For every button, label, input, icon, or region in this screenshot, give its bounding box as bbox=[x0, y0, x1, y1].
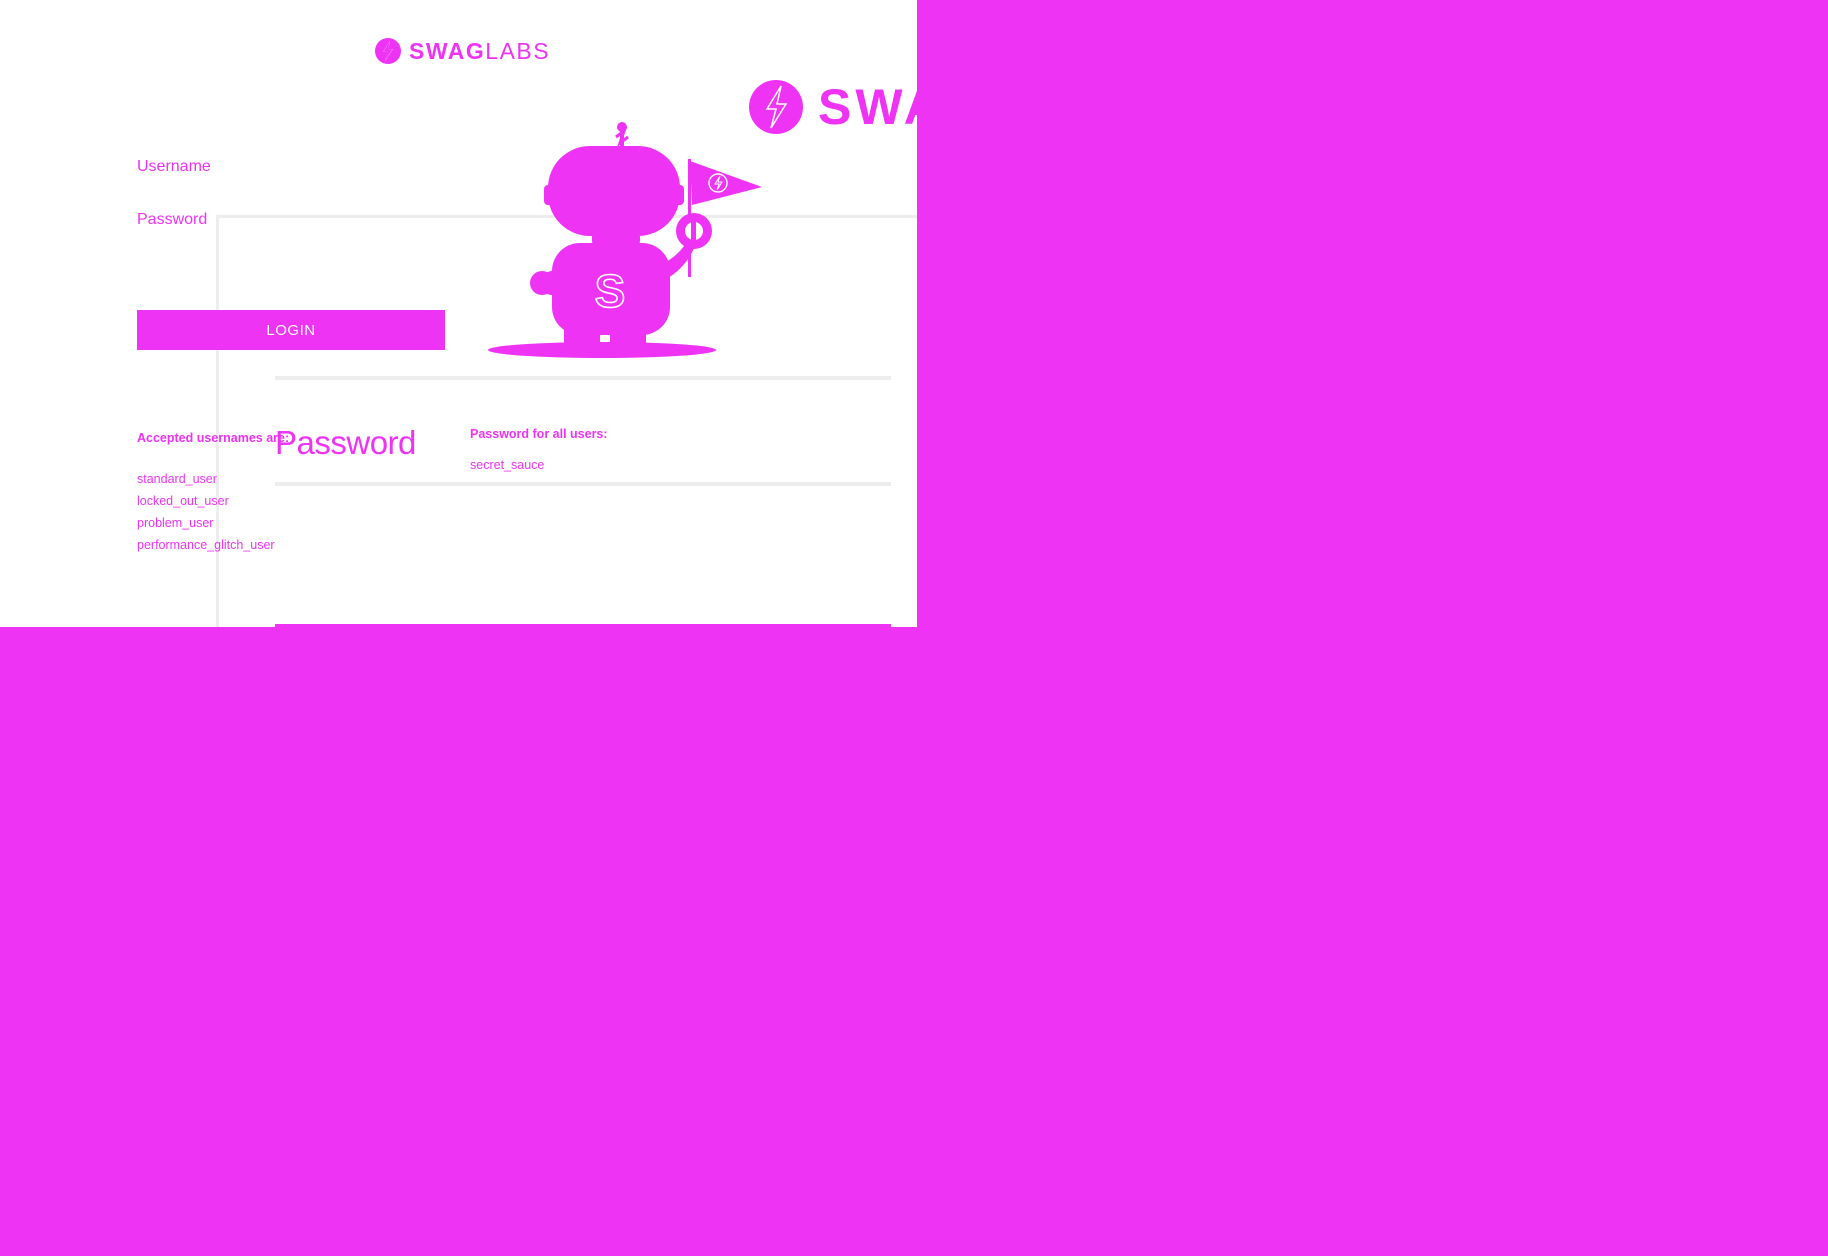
svg-text:S: S bbox=[595, 265, 626, 317]
list-item: problem_user bbox=[137, 516, 214, 530]
usernames-heading: Accepted usernames are: bbox=[137, 431, 290, 445]
swag-bot-illustration: S bbox=[488, 122, 762, 358]
panel-left-border bbox=[216, 216, 219, 627]
swaglabs-bolt-icon bbox=[375, 38, 401, 64]
login-viewport: SWAGLABS SWA Username Password LOGIN bbox=[0, 0, 917, 627]
list-item: standard_user bbox=[137, 472, 217, 486]
hero-logo: SWA bbox=[748, 78, 917, 136]
divider bbox=[275, 482, 891, 486]
brand-name: SWAGLABS bbox=[409, 37, 551, 64]
password-heading: Password for all users: bbox=[470, 427, 608, 441]
header-logo: SWAGLABS bbox=[374, 36, 550, 66]
hero-brand-name: SWA bbox=[818, 79, 917, 135]
list-item: performance_glitch_user bbox=[137, 538, 275, 552]
username-label: Username bbox=[137, 158, 211, 175]
usernames-list: standard_user locked_out_user problem_us… bbox=[137, 468, 275, 556]
password-value: secret_sauce bbox=[470, 458, 545, 472]
password-large-label: Password bbox=[275, 424, 416, 461]
divider bbox=[275, 376, 891, 380]
login-button[interactable]: LOGIN bbox=[137, 310, 445, 350]
list-item: locked_out_user bbox=[137, 494, 229, 508]
divider bbox=[275, 624, 891, 627]
password-label: Password bbox=[137, 211, 208, 228]
